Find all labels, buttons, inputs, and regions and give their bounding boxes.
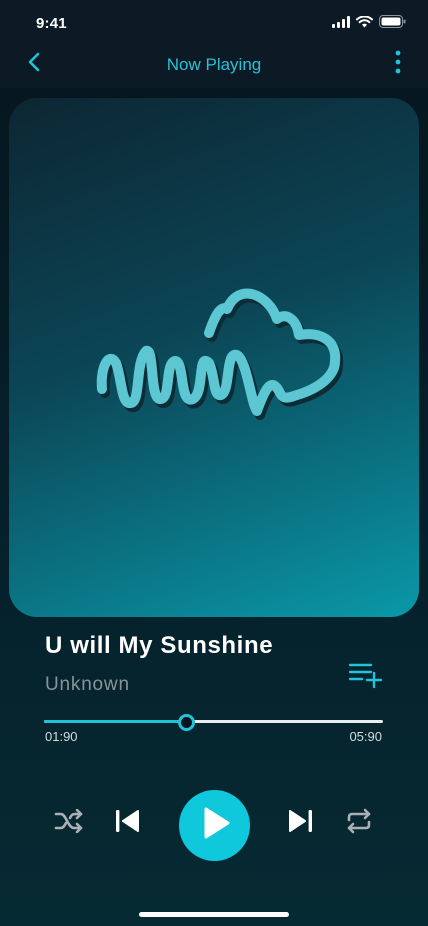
shuffle-button[interactable] [52, 806, 86, 840]
playlist-add-icon [347, 663, 383, 694]
play-icon [198, 805, 232, 846]
previous-track-button[interactable] [110, 806, 144, 840]
more-options-button[interactable] [384, 50, 412, 78]
skip-previous-icon [113, 807, 141, 840]
page-title: Now Playing [166, 55, 262, 74]
add-to-queue-button[interactable] [347, 660, 383, 690]
progress-fill [44, 720, 187, 723]
track-artist: Unknown [45, 674, 130, 695]
status-icons [332, 15, 406, 33]
status-time: 9:41 [36, 15, 67, 32]
next-track-button[interactable] [284, 806, 318, 840]
signal-icon [332, 15, 350, 33]
progress-thumb[interactable] [178, 714, 196, 731]
skip-next-icon [287, 807, 315, 840]
track-title: U will My Sunshine [45, 632, 274, 659]
progress-track[interactable] [44, 720, 383, 723]
shuffle-icon [54, 808, 84, 838]
progress-slider[interactable] [44, 712, 383, 732]
play-button[interactable] [179, 790, 250, 861]
home-indicator [139, 912, 289, 917]
battery-icon [379, 15, 406, 33]
elapsed-time: 01:90 [45, 729, 78, 744]
cloud-wave-logo [96, 288, 344, 420]
total-time: 05:90 [349, 729, 382, 744]
more-vertical-icon [395, 50, 401, 79]
status-bar: 9:41 [0, 0, 428, 46]
wifi-icon [356, 15, 373, 33]
repeat-button[interactable] [342, 806, 376, 840]
repeat-icon [345, 808, 373, 839]
header: Now Playing [0, 46, 428, 88]
album-artwork [9, 98, 419, 617]
